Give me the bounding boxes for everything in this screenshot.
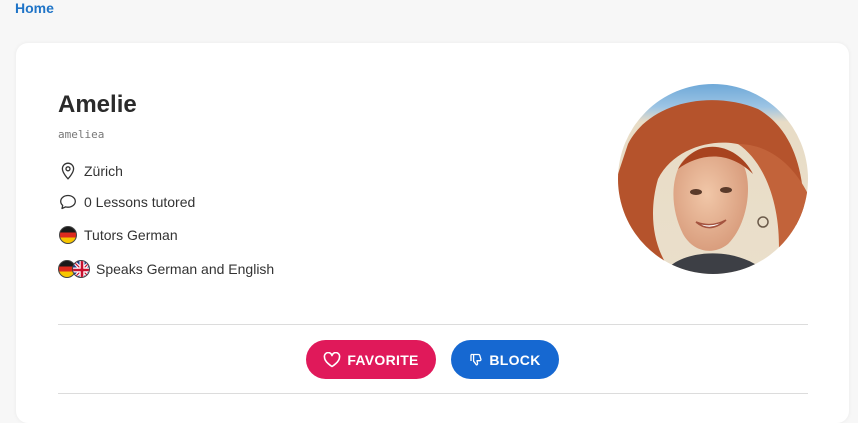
tutor-avatar (618, 84, 808, 274)
breadcrumb-home-link[interactable]: Home (15, 0, 54, 16)
heart-icon (323, 351, 341, 368)
speaks-row: Speaks German and English (58, 260, 274, 278)
tutors-row: Tutors German (58, 225, 178, 245)
tutor-profile-card: Amelie ameliea Zürich 0 Lessons tutored … (16, 43, 849, 423)
uk-flag-icon (72, 260, 90, 278)
tutor-name: Amelie (58, 91, 137, 118)
tutors-text: Tutors German (84, 227, 178, 243)
favorite-button-label: FAVORITE (347, 351, 419, 368)
favorite-button[interactable]: FAVORITE (306, 340, 436, 379)
location-row: Zürich (58, 161, 123, 181)
divider-top (58, 324, 808, 325)
divider-bottom (58, 393, 808, 394)
lessons-text: 0 Lessons tutored (84, 194, 196, 210)
map-pin-icon (58, 161, 78, 181)
speaks-text: Speaks German and English (96, 261, 275, 277)
chat-bubble-icon (58, 192, 78, 212)
location-text: Zürich (84, 163, 123, 179)
german-flag-icon (58, 225, 78, 245)
block-button-label: BLOCK (489, 351, 541, 368)
tutor-username: ameliea (58, 128, 105, 141)
block-button[interactable]: BLOCK (451, 340, 559, 379)
lessons-row: 0 Lessons tutored (58, 192, 195, 212)
thumbs-down-icon (469, 353, 483, 367)
